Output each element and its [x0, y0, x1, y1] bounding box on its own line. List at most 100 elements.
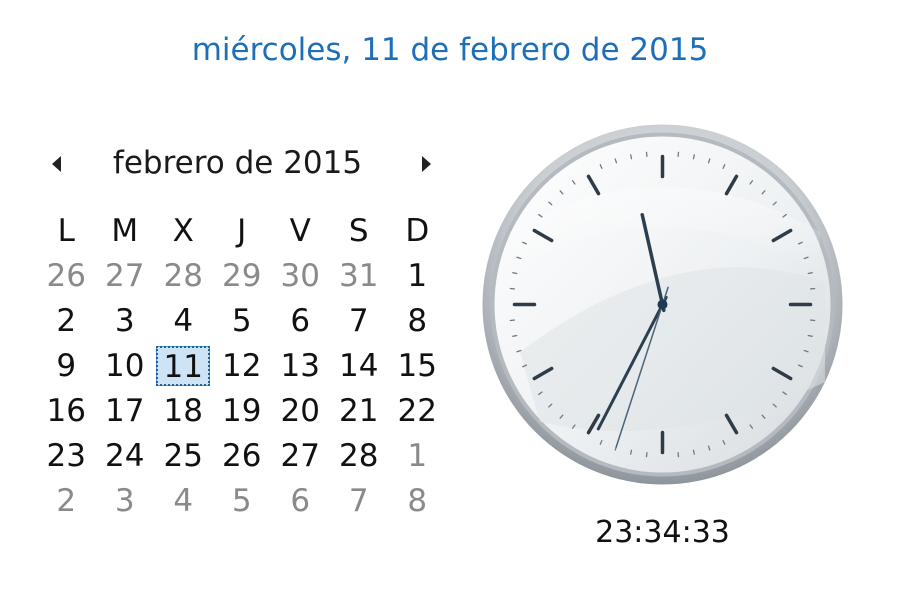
minute-tick: [630, 449, 633, 455]
calendar-day[interactable]: 1: [388, 433, 447, 478]
calendar-day[interactable]: 26: [213, 433, 272, 478]
clock-center-pin: [657, 299, 668, 310]
minute-tick: [692, 449, 695, 455]
calendar-day-number: 22: [397, 392, 437, 429]
calendar-day-number: 20: [280, 392, 320, 429]
calendar-day-number: 2: [56, 482, 77, 519]
calendar-day-number: 12: [222, 347, 262, 384]
calendar-day[interactable]: 27: [271, 433, 330, 478]
full-date-link[interactable]: miércoles, 11 de febrero de 2015: [0, 32, 900, 68]
calendar-day[interactable]: 10: [96, 343, 155, 388]
calendar-day-number: 25: [163, 437, 203, 474]
calendar-day[interactable]: 28: [330, 433, 389, 478]
calendar-day[interactable]: 7: [330, 478, 389, 523]
minute-tick: [807, 272, 813, 275]
calendar-day[interactable]: 20: [271, 388, 330, 433]
calendar-day[interactable]: 27: [96, 253, 155, 298]
weekday-header: D: [405, 212, 430, 249]
calendar-day-number: 6: [290, 482, 311, 519]
calendar-day-number: 30: [280, 257, 320, 294]
calendar-day[interactable]: 5: [213, 298, 272, 343]
calendar-day[interactable]: 22: [388, 388, 447, 433]
calendar-day[interactable]: 9: [37, 343, 96, 388]
previous-month-button[interactable]: [42, 147, 70, 181]
minute-tick: [692, 154, 695, 160]
calendar-day-number: 10: [105, 347, 145, 384]
calendar-day[interactable]: 8: [388, 478, 447, 523]
calendar-day-number: 28: [163, 257, 203, 294]
calendar-day-number: 5: [231, 482, 252, 519]
calendar-day-number: 4: [173, 302, 194, 339]
minute-tick: [512, 334, 518, 337]
calendar-day-number: 13: [280, 347, 320, 384]
calendar-day[interactable]: 30: [271, 253, 330, 298]
calendar-day-number: 3: [114, 482, 135, 519]
calendar-day[interactable]: 26: [37, 253, 96, 298]
calendar-day[interactable]: 3: [96, 298, 155, 343]
weekday-header: V: [289, 212, 311, 249]
calendar-day-number: 19: [222, 392, 262, 429]
calendar-day[interactable]: 25: [154, 433, 213, 478]
calendar-day-number: 6: [290, 302, 311, 339]
calendar-day-number: 27: [280, 437, 320, 474]
calendar-day[interactable]: 23: [37, 433, 96, 478]
weekday-header: J: [237, 212, 247, 249]
calendar-day-number: 2: [56, 302, 77, 339]
calendar-day-today[interactable]: 11: [154, 343, 213, 388]
calendar-day[interactable]: 7: [330, 298, 389, 343]
calendar-day[interactable]: 6: [271, 298, 330, 343]
calendar-day[interactable]: 4: [154, 478, 213, 523]
minute-tick: [630, 154, 633, 160]
calendar-day-number: 27: [105, 257, 145, 294]
calendar-day[interactable]: 19: [213, 388, 272, 433]
calendar-day-number: 3: [114, 302, 135, 339]
calendar-day[interactable]: 1: [388, 253, 447, 298]
calendar-day-number: 11: [156, 345, 211, 386]
calendar-day-number: 29: [222, 257, 262, 294]
calendar-day[interactable]: 2: [37, 298, 96, 343]
month-title[interactable]: febrero de 2015: [110, 145, 365, 181]
calendar-day[interactable]: 16: [37, 388, 96, 433]
calendar-day[interactable]: 2: [37, 478, 96, 523]
calendar-day[interactable]: 21: [330, 388, 389, 433]
calendar-day[interactable]: 15: [388, 343, 447, 388]
calendar-day[interactable]: 31: [330, 253, 389, 298]
calendar-navigation: febrero de 2015: [40, 143, 450, 189]
calendar-day-number: 31: [339, 257, 379, 294]
calendar-day[interactable]: 12: [213, 343, 272, 388]
calendar-day-number: 7: [348, 482, 369, 519]
calendar-day[interactable]: 24: [96, 433, 155, 478]
calendar-day[interactable]: 6: [271, 478, 330, 523]
calendar-day[interactable]: 3: [96, 478, 155, 523]
calendar-day-number: 28: [339, 437, 379, 474]
calendar-day[interactable]: 29: [213, 253, 272, 298]
calendar-day-number: 7: [348, 302, 369, 339]
triangle-left-icon: [51, 156, 61, 172]
calendar-day[interactable]: 4: [154, 298, 213, 343]
calendar-day-number: 9: [56, 347, 77, 384]
calendar-day-number: 24: [105, 437, 145, 474]
calendar-day[interactable]: 8: [388, 298, 447, 343]
triangle-right-icon: [421, 156, 431, 172]
calendar-day[interactable]: 18: [154, 388, 213, 433]
weekday-header: L: [57, 212, 75, 249]
calendar-day[interactable]: 17: [96, 388, 155, 433]
calendar-day-number: 26: [222, 437, 262, 474]
minute-tick: [807, 334, 813, 337]
calendar-day-number: 26: [46, 257, 86, 294]
calendar-day-number: 18: [163, 392, 203, 429]
calendar-day[interactable]: 13: [271, 343, 330, 388]
calendar-day-number: 8: [407, 302, 428, 339]
calendar-grid: L M X J V S D 26 27 28 29 30 31 1 2 3 4 5 6 7 8 9 10 11 12 13 14 15…: [37, 208, 447, 523]
calendar-day-number: 1: [407, 437, 428, 474]
analog-clock: [480, 122, 845, 487]
calendar-day[interactable]: 5: [213, 478, 272, 523]
calendar-day-number: 21: [339, 392, 379, 429]
calendar-day-number: 4: [173, 482, 194, 519]
calendar-day[interactable]: 14: [330, 343, 389, 388]
minute-tick: [512, 272, 518, 275]
calendar-day[interactable]: 28: [154, 253, 213, 298]
next-month-button[interactable]: [412, 147, 440, 181]
calendar-day-number: 16: [46, 392, 86, 429]
calendar-day-number: 14: [339, 347, 379, 384]
